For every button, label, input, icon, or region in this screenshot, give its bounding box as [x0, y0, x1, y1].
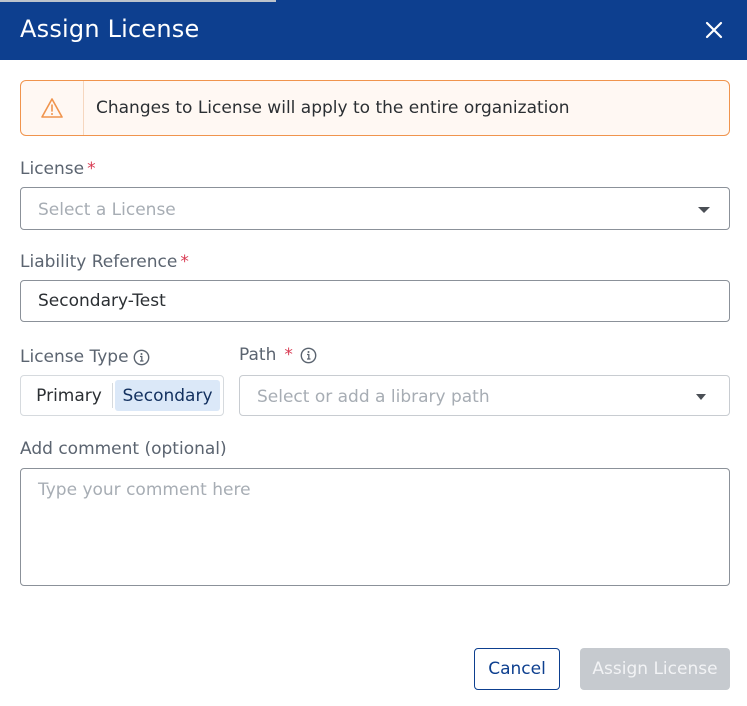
comment-textarea[interactable]: Type your comment here	[20, 468, 730, 586]
assign-license-button[interactable]: Assign License	[580, 648, 730, 690]
warning-icon	[41, 98, 63, 118]
license-label-text: License	[20, 159, 85, 179]
license-label: License *	[20, 159, 96, 179]
cancel-button[interactable]: Cancel	[474, 648, 560, 690]
close-icon	[705, 21, 723, 39]
chevron-down-icon	[698, 207, 710, 213]
dialog-title: Assign License	[20, 15, 200, 43]
liability-label: Liability Reference *	[20, 252, 189, 272]
license-select-placeholder: Select a License	[38, 200, 176, 220]
info-icon[interactable]	[133, 349, 150, 366]
dialog-header: Assign License	[0, 0, 747, 60]
header-top-line	[0, 0, 276, 2]
warning-alert: Changes to License will apply to the ent…	[20, 80, 730, 136]
license-type-secondary[interactable]: Secondary	[115, 380, 220, 411]
path-label-text: Path	[239, 345, 277, 365]
alert-divider	[83, 81, 84, 135]
required-mark: *	[180, 252, 189, 272]
path-label: Path *	[239, 345, 293, 365]
toggle-separator	[112, 383, 113, 408]
license-type-primary[interactable]: Primary	[25, 380, 113, 411]
comment-label-text: Add comment (optional)	[20, 439, 227, 459]
alert-message: Changes to License will apply to the ent…	[96, 98, 570, 118]
required-mark: *	[87, 159, 96, 179]
comment-label: Add comment (optional)	[20, 439, 227, 459]
license-type-label: License Type	[20, 347, 129, 367]
path-select[interactable]: Select or add a library path	[239, 375, 730, 416]
required-mark: *	[284, 345, 293, 365]
license-select[interactable]: Select a License	[20, 187, 730, 230]
path-select-placeholder: Select or add a library path	[257, 387, 490, 407]
license-type-toggle: Primary Secondary	[20, 375, 224, 416]
chevron-down-icon	[696, 394, 706, 400]
liability-reference-input[interactable]	[20, 280, 730, 322]
liability-label-text: Liability Reference	[20, 252, 178, 272]
close-button[interactable]	[700, 14, 728, 46]
license-type-label-text: License Type	[20, 347, 129, 367]
comment-placeholder: Type your comment here	[38, 480, 251, 500]
info-icon[interactable]	[300, 347, 317, 364]
